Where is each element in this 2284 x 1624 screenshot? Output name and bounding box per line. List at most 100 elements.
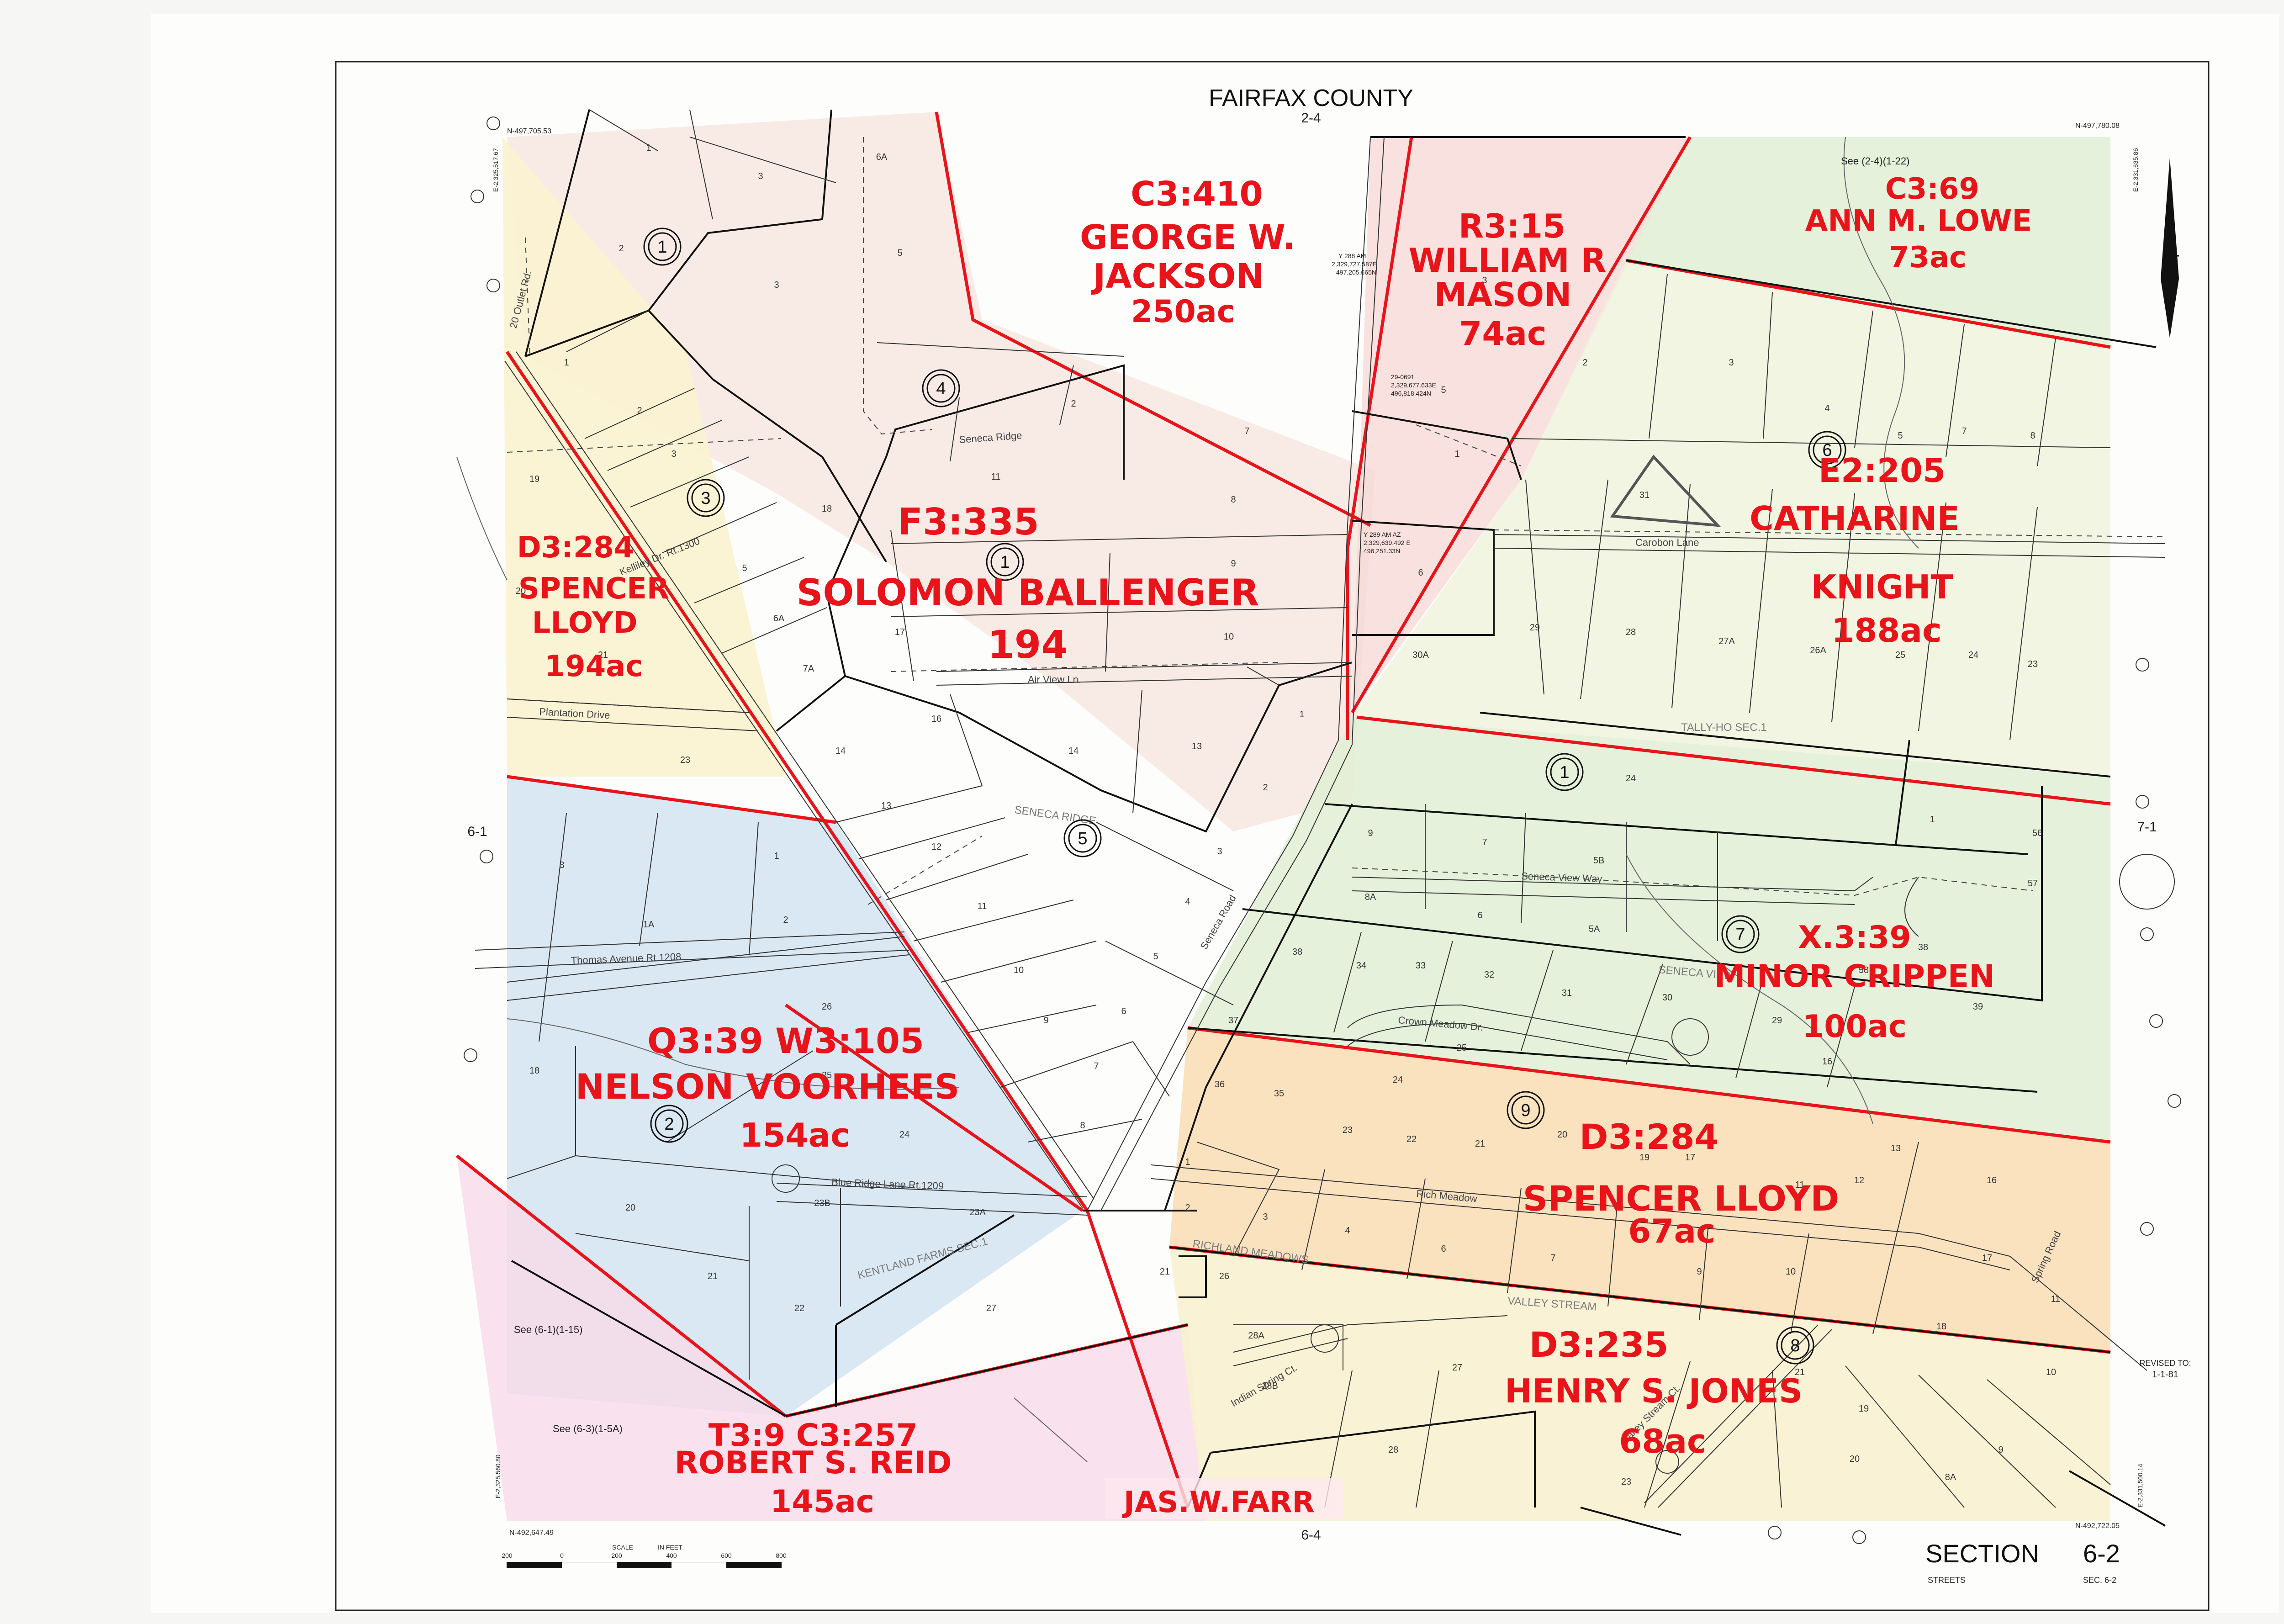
svg-text:C3:410: C3:410 — [1131, 175, 1263, 214]
coord-ne-north: N-497,780.08 — [2075, 122, 2120, 130]
svg-text:20: 20 — [1850, 1454, 1860, 1464]
coord-se-east: E-2,331,500.14 — [2136, 1464, 2144, 1508]
svg-text:WILLIAM R: WILLIAM R — [1409, 241, 1607, 280]
svg-text:3: 3 — [559, 860, 564, 870]
svg-text:9: 9 — [1043, 1016, 1048, 1026]
svg-text:18: 18 — [529, 1066, 539, 1076]
coord-se-north: N-492,722.05 — [2075, 1522, 2120, 1530]
svg-text:3: 3 — [1263, 1212, 1268, 1222]
svg-text:5B: 5B — [1593, 856, 1604, 866]
svg-text:57: 57 — [2028, 878, 2038, 889]
svg-text:21: 21 — [1475, 1139, 1485, 1149]
svg-text:27A: 27A — [1718, 636, 1735, 646]
svg-text:22: 22 — [1406, 1134, 1417, 1144]
svg-text:1: 1 — [1299, 709, 1304, 719]
svg-text:29-0691: 29-0691 — [1391, 373, 1415, 381]
svg-text:3: 3 — [758, 171, 763, 181]
svg-text:1: 1 — [657, 238, 667, 257]
streets-label: STREETS — [1928, 1576, 1966, 1585]
svg-text:11: 11 — [991, 472, 1001, 482]
svg-text:MASON: MASON — [1434, 275, 1572, 314]
svg-text:1: 1 — [1185, 1157, 1190, 1167]
svg-text:27: 27 — [986, 1303, 996, 1313]
svg-text:26A: 26A — [1810, 645, 1826, 656]
svg-text:8: 8 — [1080, 1121, 1085, 1131]
svg-text:12: 12 — [931, 842, 941, 852]
svg-text:0: 0 — [560, 1552, 564, 1559]
owner-farr: JAS.W.FARR — [1105, 1478, 1343, 1519]
svg-text:2: 2 — [1071, 399, 1076, 409]
svg-text:21: 21 — [708, 1271, 718, 1281]
svg-text:7: 7 — [1735, 925, 1745, 944]
svg-text:F3:335: F3:335 — [898, 501, 1039, 543]
svg-text:24: 24 — [1968, 650, 1978, 660]
svg-text:8A: 8A — [1365, 892, 1376, 902]
section-label: SECTION — [1925, 1539, 2039, 1568]
svg-text:X.3:39: X.3:39 — [1798, 920, 1911, 956]
svg-text:6A: 6A — [876, 152, 888, 162]
svg-text:33: 33 — [1416, 961, 1426, 971]
svg-text:9: 9 — [1231, 559, 1236, 569]
svg-text:1A: 1A — [643, 920, 655, 930]
svg-text:2: 2 — [783, 915, 788, 925]
svg-text:10: 10 — [1786, 1267, 1796, 1277]
svg-text:154ac: 154ac — [740, 1116, 850, 1154]
svg-text:400: 400 — [666, 1552, 677, 1559]
svg-text:SPENCER: SPENCER — [518, 572, 669, 606]
svg-text:28B: 28B — [1262, 1381, 1278, 1391]
see-ref-sw1: See (6-1)(1-15) — [514, 1324, 582, 1335]
svg-text:23: 23 — [1621, 1477, 1631, 1487]
svg-text:20: 20 — [625, 1203, 635, 1213]
svg-text:8A: 8A — [1945, 1472, 1956, 1482]
svg-text:IN FEET: IN FEET — [658, 1544, 682, 1551]
svg-text:18: 18 — [822, 504, 832, 514]
svg-text:13: 13 — [1891, 1143, 1901, 1153]
svg-text:7A: 7A — [803, 664, 814, 674]
svg-text:14: 14 — [1068, 746, 1079, 756]
svg-text:5: 5 — [1898, 431, 1903, 441]
svg-text:28: 28 — [1388, 1445, 1398, 1455]
svg-text:5: 5 — [1441, 385, 1446, 395]
svg-text:56: 56 — [2032, 828, 2042, 838]
svg-text:7: 7 — [1482, 837, 1487, 847]
svg-text:38: 38 — [1918, 942, 1928, 952]
svg-text:26: 26 — [822, 1002, 832, 1012]
svg-text:7: 7 — [1094, 1061, 1099, 1071]
svg-text:11: 11 — [2051, 1294, 2061, 1304]
sheet-ref-bottom: 6-4 — [1301, 1528, 1321, 1543]
svg-text:JACKSON: JACKSON — [1091, 257, 1264, 296]
svg-text:7: 7 — [1244, 426, 1249, 436]
svg-text:LLOYD: LLOYD — [532, 606, 638, 640]
svg-text:20: 20 — [1557, 1130, 1567, 1140]
svg-text:9: 9 — [1998, 1445, 2003, 1455]
svg-text:8: 8 — [1231, 495, 1236, 505]
svg-text:24: 24 — [1393, 1075, 1403, 1085]
svg-text:CATHARINE: CATHARINE — [1750, 499, 1960, 538]
svg-text:7: 7 — [1550, 1253, 1555, 1263]
coord-sw-north: N-492,647.49 — [509, 1529, 554, 1537]
svg-text:1: 1 — [564, 358, 569, 368]
svg-text:17: 17 — [895, 627, 905, 637]
svg-text:5A: 5A — [1589, 924, 1600, 934]
svg-text:250ac: 250ac — [1131, 294, 1235, 330]
svg-text:SOLOMON BALLENGER: SOLOMON BALLENGER — [797, 571, 1259, 614]
svg-text:19: 19 — [529, 474, 539, 484]
svg-text:HENRY S. JONES: HENRY S. JONES — [1505, 1372, 1803, 1410]
section-number: 6-2 — [2083, 1539, 2120, 1568]
svg-text:39: 39 — [1973, 1002, 1983, 1012]
svg-text:ANN M. LOWE: ANN M. LOWE — [1805, 204, 2032, 238]
svg-text:200: 200 — [502, 1552, 513, 1559]
sec-ref-label: SEC. 6-2 — [2083, 1576, 2116, 1585]
svg-text:1: 1 — [774, 851, 779, 861]
svg-text:73ac: 73ac — [1889, 241, 1967, 275]
svg-text:9: 9 — [1521, 1101, 1530, 1120]
svg-text:4: 4 — [1345, 1226, 1350, 1236]
svg-text:30: 30 — [1662, 993, 1672, 1003]
sheet-ref-top: 2-4 — [1301, 111, 1321, 126]
svg-text:2: 2 — [637, 406, 642, 416]
svg-text:2,329,677.633E: 2,329,677.633E — [1391, 381, 1436, 389]
coord-sw-east: E-2,325,560.80 — [494, 1455, 502, 1498]
svg-text:ROBERT S. REID: ROBERT S. REID — [675, 1445, 952, 1481]
svg-text:2: 2 — [1185, 1203, 1190, 1213]
svg-text:16: 16 — [1822, 1057, 1832, 1067]
